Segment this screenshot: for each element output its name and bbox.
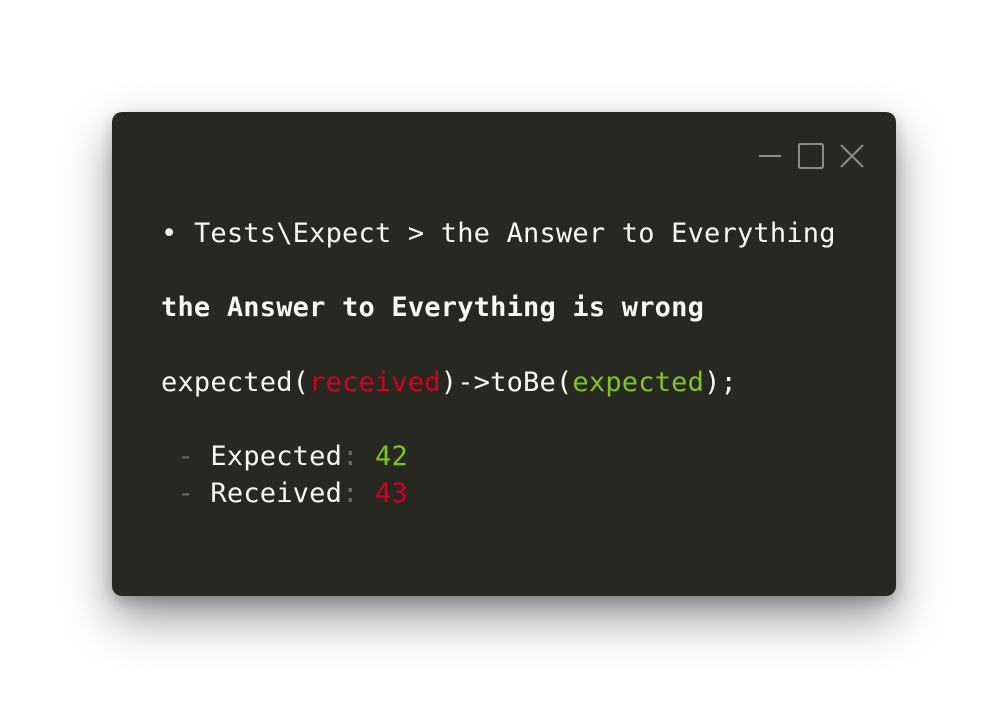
failure-message: the Answer to Everything is wrong [161, 292, 705, 323]
code-middle: )->toBe( [440, 367, 573, 398]
page-background: • Tests\Expect > the Answer to Everythin… [0, 0, 1008, 708]
diff-expected-label: Expected [210, 441, 343, 472]
code-expected-arg: expected [572, 367, 705, 398]
diff-expected-colon: : [342, 441, 359, 472]
diff-received-line: - Received: 43 [161, 476, 408, 512]
diff-received-label: Received [210, 478, 343, 509]
diff-expected-line: - Expected: 42 [161, 439, 408, 475]
window-controls [756, 142, 866, 170]
diff-received-colon: : [342, 478, 359, 509]
diff-expected-dash: - [177, 441, 194, 472]
assertion-code-line: expected(received)->toBe(expected); [161, 365, 737, 401]
code-received-arg: received [309, 367, 441, 398]
diff-received-dash: - [177, 478, 194, 509]
close-icon[interactable] [838, 142, 866, 170]
diff-received-value: 43 [375, 478, 408, 509]
test-name: Tests\Expect > the Answer to Everything [193, 218, 836, 249]
code-prefix: expected( [161, 367, 310, 398]
code-suffix: ); [704, 367, 737, 398]
terminal-window: • Tests\Expect > the Answer to Everythin… [112, 112, 896, 596]
diff-expected-value: 42 [375, 441, 408, 472]
test-bullet: • [161, 218, 178, 249]
maximize-icon[interactable] [797, 142, 825, 170]
test-name-line: • Tests\Expect > the Answer to Everythin… [161, 216, 836, 252]
minimize-icon[interactable] [756, 142, 784, 170]
